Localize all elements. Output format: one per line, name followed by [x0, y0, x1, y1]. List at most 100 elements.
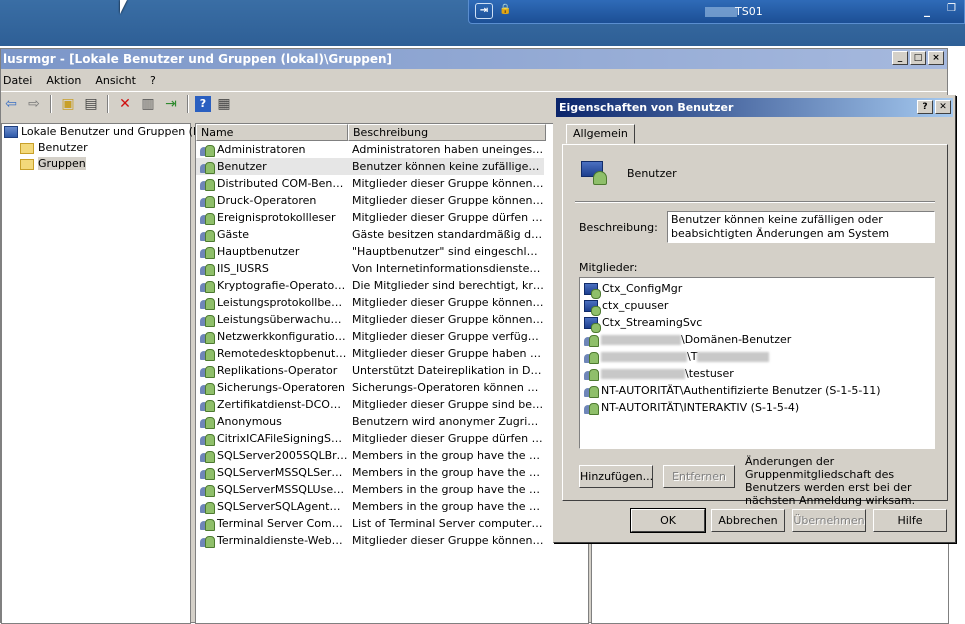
rdp-restore-button[interactable]: ❐ [947, 3, 956, 14]
list-header: Name Beschreibung [196, 124, 588, 141]
table-row[interactable]: SQLServer2005SQLBro... Members in the gro… [196, 447, 588, 464]
member-item[interactable]: NT-AUTORITÄT\Authentifizierte Benutzer (… [580, 382, 934, 399]
group-name: Leistungsprotokollbenut... [217, 296, 348, 309]
tree-item-benutzer[interactable]: Benutzer [2, 140, 190, 156]
table-row[interactable]: Terminal Server Compu... List of Terminal… [196, 515, 588, 532]
member-name: Ctx_ConfigMgr [602, 282, 683, 295]
show-tree-icon[interactable]: ▤ [81, 94, 101, 114]
table-row[interactable]: Benutzer Benutzer können keine zufälligen… [196, 158, 588, 175]
export-icon[interactable]: ⇥ [161, 94, 181, 114]
group-description-cell: Unterstützt Dateireplikation in Domä... [352, 364, 544, 377]
apply-button[interactable]: Übernehmen [792, 509, 866, 532]
mmc-titlebar[interactable]: lusrmgr - [Lokale Benutzer und Gruppen (… [1, 49, 947, 69]
close-button[interactable]: × [928, 51, 944, 65]
table-row[interactable]: Netzwerkkonfigurations... Mitglieder dies… [196, 328, 588, 345]
group-icon [579, 157, 613, 187]
forward-icon[interactable]: ⇨ [24, 94, 44, 114]
tab-allgemein[interactable]: Allgemein [566, 124, 635, 144]
groups-list: Name Beschreibung Administratoren Adminis… [195, 123, 589, 624]
table-row[interactable]: Distributed COM-Benutzer Mitglieder diese… [196, 175, 588, 192]
folder-icon [20, 142, 34, 154]
group-description-cell: List of Terminal Server computers all... [352, 517, 544, 530]
table-row[interactable]: Zertifikatdienst-DCOM-... Mitglieder dies… [196, 396, 588, 413]
table-row[interactable]: Hauptbenutzer "Hauptbenutzer" sind einges… [196, 243, 588, 260]
table-row[interactable]: Kryptografie-Operatoren Die Mitglieder si… [196, 277, 588, 294]
group-icon [584, 334, 599, 347]
table-row[interactable]: SQLServerSQLAgentUs... Members in the gro… [196, 498, 588, 515]
group-icon [200, 246, 215, 259]
table-row[interactable]: Terminaldienste-Webzu... Mitglieder diese… [196, 532, 588, 549]
table-row[interactable]: SQLServerMSSQLServe... Members in the gro… [196, 464, 588, 481]
table-row[interactable]: Replikations-Operator Unterstützt Dateire… [196, 362, 588, 379]
member-item[interactable]: NT-AUTORITÄT\INTERAKTIV (S-1-5-4) [580, 399, 934, 416]
group-name-cell: SQLServerMSSQLServe... [196, 464, 348, 481]
lock-icon: 🔒 [499, 4, 512, 15]
group-name-cell: Distributed COM-Benutzer [196, 175, 348, 192]
delete-icon[interactable]: ✕ [115, 94, 135, 114]
help-button[interactable]: Hilfe [873, 509, 947, 532]
toolbar-separator [187, 94, 189, 113]
group-icon [200, 161, 215, 174]
table-row[interactable]: Administratoren Administratoren haben une… [196, 141, 588, 158]
description-field[interactable]: Benutzer können keine zufälligen oder be… [667, 211, 935, 243]
table-row[interactable]: Leistungsüberwachung... Mitglieder dieser… [196, 311, 588, 328]
group-name-cell: Anonymous [196, 413, 348, 430]
rdp-minimize-button[interactable]: _ [924, 3, 930, 17]
table-row[interactable]: Gäste Gäste besitzen standardmäßig die se… [196, 226, 588, 243]
member-item[interactable]: ctx_cpuuser [580, 297, 934, 316]
maximize-button[interactable]: □ [910, 51, 926, 65]
group-icon [200, 229, 215, 242]
table-row[interactable]: Leistungsprotokollbenut... Mitglieder die… [196, 294, 588, 311]
group-name: Anonymous [217, 415, 282, 428]
back-icon[interactable]: ⇦ [1, 94, 21, 114]
column-header-description[interactable]: Beschreibung [348, 124, 546, 141]
column-header-name[interactable]: Name [196, 124, 348, 141]
member-item[interactable]: \T [580, 348, 934, 365]
help-icon[interactable]: ? [195, 95, 211, 112]
add-button[interactable]: Hinzufügen... [579, 465, 653, 488]
view-icon[interactable]: ▦ [214, 94, 234, 114]
table-row[interactable]: SQLServerMSSQLUser$... Members in the gro… [196, 481, 588, 498]
dialog-titlebar[interactable]: Eigenschaften von Benutzer ? ✕ [556, 98, 953, 117]
menu-aktion[interactable]: Aktion [46, 74, 81, 87]
members-label: Mitglieder: [579, 261, 638, 274]
remove-button[interactable]: Entfernen [663, 465, 735, 488]
user-icon [584, 317, 601, 333]
tree-root[interactable]: Lokale Benutzer und Gruppen (lokal) [2, 124, 223, 140]
up-folder-icon[interactable]: ▣ [58, 94, 78, 114]
table-row[interactable]: CitrixICAFileSigningSer... Mitglieder die… [196, 430, 588, 447]
group-name-cell: Benutzer [196, 158, 348, 175]
table-row[interactable]: IIS_IUSRS Von Internetinformationsdienste… [196, 260, 588, 277]
group-icon [200, 501, 215, 514]
menu-datei[interactable]: Datei [3, 74, 32, 87]
close-icon[interactable]: ✕ [935, 100, 951, 114]
ok-button[interactable]: OK [630, 508, 706, 533]
help-icon[interactable]: ? [917, 100, 933, 114]
group-name-cell: Gäste [196, 226, 348, 243]
redacted-text [601, 369, 685, 379]
tree-item-gruppen[interactable]: Gruppen [2, 156, 190, 172]
member-name: NT-AUTORITÄT\INTERAKTIV (S-1-5-4) [601, 401, 800, 414]
pin-icon[interactable]: ⇥ [475, 3, 493, 19]
table-row[interactable]: Remotedesktopbenutzer Mitglieder dieser G… [196, 345, 588, 362]
cancel-button[interactable]: Abbrechen [711, 509, 785, 532]
table-row[interactable]: Sicherungs-Operatoren Sicherungs-Operator… [196, 379, 588, 396]
group-name-cell: Administratoren [196, 141, 348, 158]
user-icon [584, 283, 601, 299]
member-item[interactable]: \testuser [580, 365, 934, 382]
table-row[interactable]: Druck-Operatoren Mitglieder dieser Gruppe… [196, 192, 588, 209]
member-item[interactable]: Ctx_ConfigMgr [580, 280, 934, 299]
redacted-text [697, 352, 770, 362]
menu-ansicht[interactable]: Ansicht [95, 74, 136, 87]
group-name: Gäste [217, 228, 250, 241]
group-description-cell: Von Internetinformationsdiensten ve... [352, 262, 544, 275]
members-list[interactable]: Ctx_ConfigMgr ctx_cpuuser Ctx_StreamingSvc… [579, 277, 935, 449]
minimize-button[interactable]: _ [892, 51, 908, 65]
member-item[interactable]: \Domänen-Benutzer [580, 331, 934, 348]
properties-icon[interactable]: ▥ [138, 94, 158, 114]
group-icon [200, 365, 215, 378]
member-item[interactable]: Ctx_StreamingSvc [580, 314, 934, 333]
table-row[interactable]: Ereignisprotokollleser Mitglieder dieser … [196, 209, 588, 226]
menu-help[interactable]: ? [150, 74, 156, 87]
table-row[interactable]: Anonymous Benutzern wird anonymer Zugriff… [196, 413, 588, 430]
